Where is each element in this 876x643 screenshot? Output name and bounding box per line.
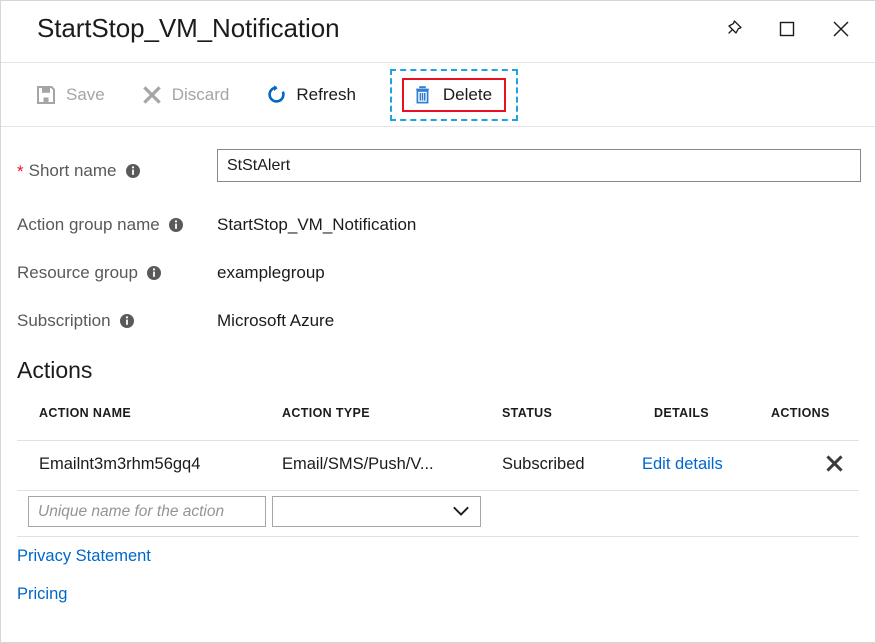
pricing-link[interactable]: Pricing [17,585,67,604]
discard-button: Discard [133,78,242,112]
resource-group-value: examplegroup [217,263,325,283]
subscription-value: Microsoft Azure [217,311,334,331]
column-header-actions: ACTIONS [771,406,830,420]
pin-icon[interactable] [713,9,753,49]
cell-status: Subscribed [502,455,585,474]
short-name-label: * Short name [17,161,141,181]
command-toolbar: Save Discard Refresh [1,63,875,127]
actions-table-header: ACTION NAME ACTION TYPE STATUS DETAILS A… [17,406,859,441]
resource-group-label-text: Resource group [17,263,138,283]
info-icon-glyph [125,163,141,179]
edit-details-link[interactable]: Edit details [642,455,723,474]
action-group-blade: StartStop_VM_Notification [0,0,876,643]
info-icon[interactable] [119,313,135,329]
maximize-icon-glyph [776,18,798,40]
field-action-group-name: Action group name StartStop_VM_Notificat… [1,203,875,251]
refresh-label: Refresh [296,86,356,103]
info-icon-glyph [168,217,184,233]
maximize-icon[interactable] [767,9,807,49]
new-action-name-input[interactable] [28,496,266,527]
cell-action-type: Email/SMS/Push/V... [282,455,434,474]
discard-icon [141,84,163,106]
column-header-status: STATUS [502,406,552,420]
action-group-name-label-text: Action group name [17,215,160,235]
short-name-input[interactable] [217,149,861,182]
remove-action-button[interactable] [820,449,848,477]
field-short-name: * Short name [1,149,875,203]
required-asterisk: * [17,163,24,180]
refresh-icon [265,84,287,106]
window-controls [713,9,861,49]
subscription-label-text: Subscription [17,311,111,331]
privacy-statement-link[interactable]: Privacy Statement [17,547,151,566]
trash-icon [412,84,434,106]
refresh-icon-glyph [266,84,287,105]
save-button: Save [27,78,117,112]
delete-highlight-region: Delete [390,69,518,121]
subscription-label: Subscription [17,311,135,331]
close-icon [825,454,844,473]
new-action-row [17,491,859,537]
delete-red-highlight: Delete [402,78,506,112]
column-header-action-name: ACTION NAME [39,406,131,420]
action-group-name-label: Action group name [17,215,184,235]
info-icon[interactable] [168,217,184,233]
info-icon-glyph [146,265,162,281]
save-label: Save [66,86,105,103]
column-header-action-type: ACTION TYPE [282,406,370,420]
chevron-down-icon [452,505,470,523]
properties-form: * Short name Action group name [1,127,875,347]
cell-action-name: Emailnt3m3rhm56gq4 [39,455,200,474]
resource-group-label: Resource group [17,263,162,283]
save-icon [35,84,57,106]
page-title: StartStop_VM_Notification [37,13,339,44]
field-subscription: Subscription Microsoft Azure [1,299,875,347]
info-icon-glyph [119,313,135,329]
table-row[interactable]: Emailnt3m3rhm56gq4 Email/SMS/Push/V... S… [17,441,859,491]
blade-titlebar: StartStop_VM_Notification [1,1,875,63]
chevron-down-icon-glyph [452,505,470,518]
discard-icon-glyph [142,85,162,105]
refresh-button[interactable]: Refresh [257,78,368,112]
delete-label: Delete [443,86,492,103]
close-icon[interactable] [821,9,861,49]
actions-section-title: Actions [17,357,875,384]
info-icon[interactable] [125,163,141,179]
field-resource-group: Resource group examplegroup [1,251,875,299]
actions-table: ACTION NAME ACTION TYPE STATUS DETAILS A… [17,406,859,537]
info-icon[interactable] [146,265,162,281]
discard-label: Discard [172,86,230,103]
new-action-type-select[interactable] [272,496,481,527]
close-icon-glyph [830,18,852,40]
short-name-label-text: Short name [29,161,117,181]
save-icon-glyph [36,85,56,105]
trash-icon-glyph [413,85,432,104]
action-group-name-value: StartStop_VM_Notification [217,215,416,235]
pin-icon-glyph [722,18,744,40]
delete-button[interactable]: Delete [404,80,504,110]
footer-links: Privacy Statement Pricing [17,537,875,604]
column-header-details: DETAILS [654,406,709,420]
